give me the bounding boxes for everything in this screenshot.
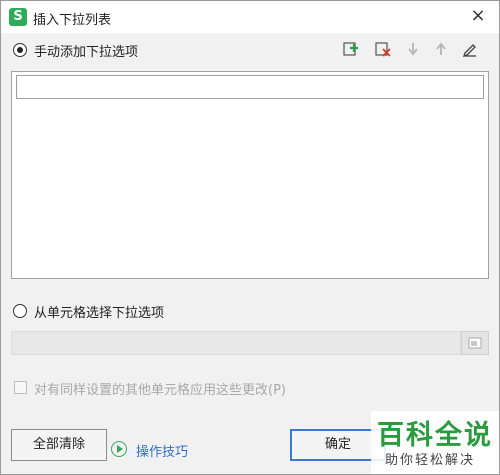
- title-bar: S 插入下拉列表 ×: [1, 1, 499, 33]
- cell-option-radio[interactable]: [13, 304, 27, 318]
- delete-item-button[interactable]: [373, 39, 393, 59]
- add-item-icon: [343, 42, 358, 56]
- move-up-button[interactable]: [431, 39, 451, 59]
- apply-all-label: 对有同样设置的其他单元格应用这些更改(P): [34, 383, 286, 398]
- cell-option-label[interactable]: 从单元格选择下拉选项: [34, 302, 164, 321]
- arrow-down-icon: [408, 43, 418, 56]
- watermark-title: 百科全说: [377, 420, 493, 451]
- watermark-subtitle: 助你轻松解决: [385, 453, 476, 468]
- move-down-button[interactable]: [403, 39, 423, 59]
- insert-dropdown-dialog: S 插入下拉列表 × 手动添加下拉选项 从单元格选择下拉选项 对有同样设置的其他…: [0, 0, 500, 475]
- range-select-button: [461, 331, 489, 355]
- close-icon[interactable]: ×: [467, 5, 489, 27]
- apply-all-checkbox: [14, 381, 27, 394]
- play-tips-icon[interactable]: [111, 441, 127, 457]
- dialog-title: 插入下拉列表: [33, 13, 112, 28]
- dropdown-items-list[interactable]: [11, 71, 489, 279]
- pencil-icon: [462, 44, 476, 58]
- arrow-up-icon: [436, 42, 446, 55]
- add-item-button[interactable]: [341, 39, 361, 59]
- tips-link[interactable]: 操作技巧: [136, 441, 188, 460]
- edit-item-button[interactable]: [460, 39, 480, 59]
- manual-option-label[interactable]: 手动添加下拉选项: [34, 41, 138, 60]
- cell-range-input: [11, 331, 461, 355]
- range-select-icon: [468, 337, 482, 349]
- list-item-input[interactable]: [16, 75, 484, 99]
- watermark: 百科全说 助你轻松解决: [371, 411, 499, 474]
- manual-option-radio[interactable]: [13, 43, 27, 57]
- clear-all-button[interactable]: 全部清除: [11, 429, 107, 461]
- spreadsheet-app-icon: S: [9, 8, 27, 26]
- delete-item-icon: [375, 42, 391, 57]
